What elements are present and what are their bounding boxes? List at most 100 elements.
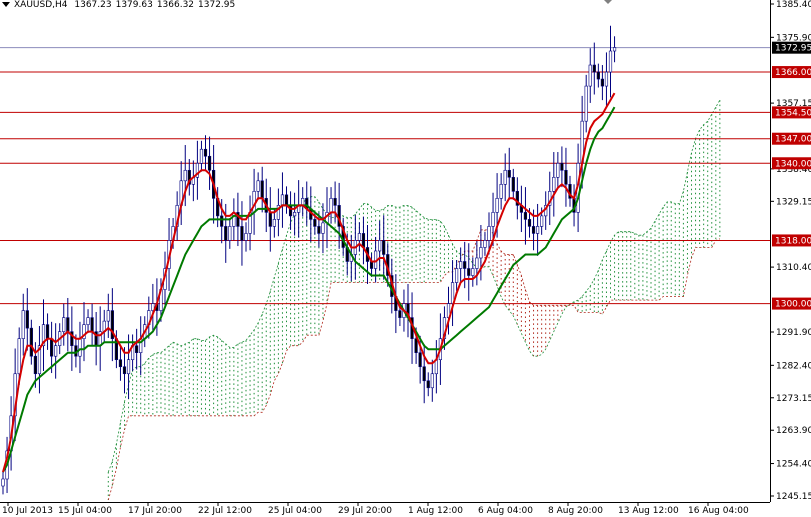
candle-body <box>487 226 491 241</box>
level-label: 1318.00 <box>775 236 811 246</box>
candle-body <box>499 184 503 199</box>
candle-body <box>45 324 50 339</box>
candle-body <box>398 310 402 318</box>
candle-body <box>479 247 483 259</box>
candle-body <box>511 176 515 192</box>
candle-body <box>463 261 467 269</box>
candle-body <box>430 373 434 389</box>
candle-body <box>33 355 37 375</box>
candle-body <box>592 64 596 73</box>
y-tick-label: 1329.15 <box>776 197 811 207</box>
candle-body <box>369 261 374 269</box>
candle-body <box>503 169 507 185</box>
current-price-label: 1372.95 <box>775 44 811 54</box>
symbol-label: XAUUSD,H4 <box>14 0 68 10</box>
candle-body <box>317 226 321 234</box>
candle-body <box>256 180 260 192</box>
candle-body <box>588 64 592 87</box>
candle-body <box>459 261 463 269</box>
candle-body <box>604 71 609 87</box>
candle-body <box>552 176 556 192</box>
x-tick-label: 13 Aug 12:00 <box>618 506 679 516</box>
y-tick-label: 1245.15 <box>776 492 811 502</box>
candle-body <box>224 226 228 241</box>
candle-body <box>560 162 564 171</box>
dropdown-triangle-icon[interactable] <box>2 2 10 7</box>
candle-body <box>378 240 382 252</box>
candle-body <box>418 352 422 368</box>
candle-body <box>86 317 90 325</box>
candle-body <box>612 47 617 52</box>
x-tick-label: 29 Jul 20:00 <box>338 506 392 516</box>
candle-body <box>540 215 544 227</box>
candle-body <box>78 338 82 357</box>
candle-body <box>426 380 430 389</box>
ohlc-open: 1367.23 <box>74 0 112 10</box>
candle-body <box>90 317 94 332</box>
candle-body <box>414 338 418 353</box>
candle-body <box>596 71 600 80</box>
candle-body <box>62 317 66 332</box>
candle-body <box>301 198 305 206</box>
candle-body <box>535 226 540 234</box>
candle-body <box>495 198 499 213</box>
candle-body <box>126 359 131 375</box>
candle-body <box>260 180 264 199</box>
candle-body <box>471 268 475 276</box>
candle-body <box>240 226 244 241</box>
candle-body <box>25 310 29 329</box>
candle-body <box>268 212 272 227</box>
candle-body <box>49 338 54 357</box>
candle-body <box>361 233 366 248</box>
chart-header: XAUUSD,H4 1367.23 1379.63 1366.32 1372.95 <box>2 0 243 10</box>
candle-body <box>207 155 212 171</box>
x-tick-label: 1 Aug 12:00 <box>408 506 463 516</box>
candle-body <box>527 219 532 227</box>
candle-body <box>118 359 123 368</box>
candle-body <box>434 359 438 375</box>
candle-body <box>475 257 479 269</box>
candle-body <box>523 212 528 220</box>
chart-root: 1385.40 1375.90 1357.15 1338.40 1329.15 1310.… <box>0 0 811 517</box>
x-tick-label: 16 Aug 04:00 <box>688 506 749 516</box>
level-label: 1340.00 <box>775 159 811 169</box>
candle-body <box>454 268 459 283</box>
level-label: 1366.00 <box>775 68 811 78</box>
candle-body <box>422 366 426 382</box>
candle-body <box>333 198 337 206</box>
x-tick-label: 25 Jul 04:00 <box>268 506 322 516</box>
candle-body <box>284 194 289 206</box>
chart-canvas: 1385.401375.901357.151338.401329.151310.… <box>0 0 811 517</box>
candle-body <box>467 268 471 276</box>
x-tick-label: 17 Jul 20:00 <box>128 506 182 516</box>
x-tick-label: 8 Aug 20:00 <box>548 506 603 516</box>
candle-body <box>183 169 187 182</box>
candle-body <box>321 222 325 234</box>
x-tick-label: 15 Jul 04:00 <box>58 506 112 516</box>
candle-body <box>491 212 495 227</box>
y-tick-label: 1385.40 <box>776 0 811 10</box>
y-tick-label: 1291.90 <box>776 328 811 338</box>
y-tick-label: 1282.40 <box>776 361 811 371</box>
level-label: 1354.50 <box>775 108 811 118</box>
candle-body <box>608 50 613 73</box>
candle-body <box>135 345 139 353</box>
candle-body <box>203 148 208 157</box>
candle-body <box>17 338 21 375</box>
level-label: 1300.00 <box>775 300 811 310</box>
candle-body <box>280 194 285 206</box>
y-tick-label: 1263.90 <box>776 426 811 436</box>
x-tick-label: 10 Jul 2013 <box>2 506 53 516</box>
candle-body <box>228 226 232 241</box>
candle-body <box>357 233 362 241</box>
y-tick-label: 1273.15 <box>776 394 811 404</box>
x-tick-label: 22 Jul 12:00 <box>198 506 252 516</box>
candle-body <box>329 198 333 213</box>
chart-background <box>0 0 811 517</box>
y-tick-label: 1254.40 <box>776 460 811 470</box>
candle-body <box>556 162 560 178</box>
candle-body <box>313 219 317 227</box>
x-tick-label: 6 Aug 04:00 <box>478 506 533 516</box>
candle-body <box>292 212 297 217</box>
ohlc-close: 1372.95 <box>198 0 236 10</box>
